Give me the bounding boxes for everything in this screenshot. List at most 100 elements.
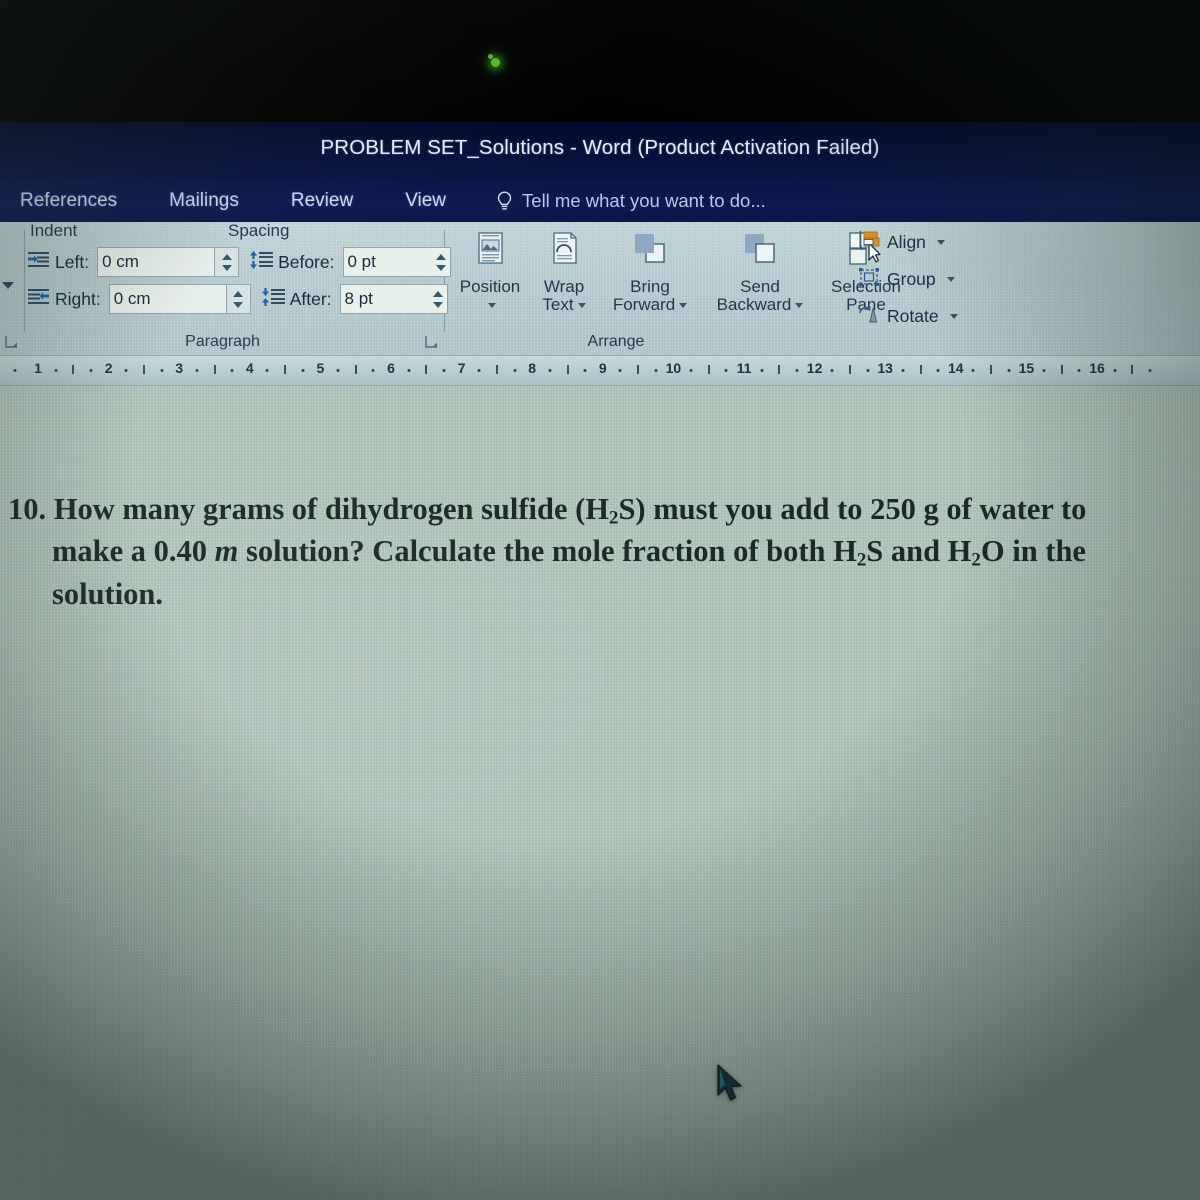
group-label: Group: [887, 269, 936, 289]
paragraph-group-label: Paragraph: [185, 333, 260, 350]
horizontal-ruler[interactable]: 1 2 3 4 5 6 7 8 9 10 11 12 13 14 15 16: [0, 356, 1200, 386]
indent-right-input[interactable]: 0 cm: [108, 284, 227, 314]
bring-forward-button[interactable]: Bring Forward: [598, 226, 702, 315]
tab-mailings[interactable]: Mailings: [143, 190, 265, 212]
arrange-group-label: Arrange: [587, 333, 645, 350]
indent-left-icon: [28, 251, 50, 274]
window-title-bar: PROBLEM SET_Solutions - Word (Product Ac…: [0, 122, 1200, 180]
chevron-down-icon[interactable]: [795, 303, 804, 309]
lightbulb-icon: [496, 190, 513, 212]
bring-forward-label: Bring Forward: [613, 277, 688, 315]
rotate-button[interactable]: Rotate: [858, 304, 958, 329]
ruler-half-tick: [495, 365, 498, 374]
indent-header: Indent: [30, 221, 78, 240]
ruler-half-tick: [990, 365, 993, 374]
tab-view[interactable]: View: [379, 190, 472, 212]
wrap-text-button[interactable]: Wrap Text: [522, 226, 606, 315]
window-title: PROBLEM SET_Solutions - Word (Product Ac…: [320, 136, 880, 159]
ruler-tick-15: 15: [1018, 360, 1035, 376]
photographed-laptop-screen: PROBLEM SET_Solutions - Word (Product Ac…: [0, 0, 1200, 1200]
wrap-text-label: Wrap Text: [542, 277, 586, 315]
spacing-before-input[interactable]: 0 pt: [342, 247, 451, 277]
ruler-minor-tick: [1077, 369, 1081, 372]
send-backward-button[interactable]: Send Backward: [702, 226, 818, 315]
indent-left-stepper[interactable]: [215, 247, 240, 277]
paragraph-dialog-launcher-icon[interactable]: [4, 334, 20, 350]
spacing-after-icon: [261, 287, 285, 311]
tell-me-placeholder: Tell me what you want to do...: [522, 190, 766, 211]
screen-content: PROBLEM SET_Solutions - Word (Product Ac…: [0, 122, 1200, 1200]
chevron-down-icon[interactable]: [577, 303, 586, 309]
chevron-down-icon[interactable]: [936, 240, 945, 245]
ruler-half-tick: [354, 365, 357, 374]
ruler-tick-2: 2: [104, 360, 113, 376]
ruler-minor-tick: [195, 369, 199, 372]
tab-review[interactable]: Review: [265, 190, 379, 212]
indent-left-input[interactable]: 0 cm: [97, 247, 216, 277]
spacing-before-stepper[interactable]: [435, 253, 446, 271]
ruler-minor-tick: [724, 369, 728, 372]
ruler-half-tick: [284, 365, 287, 374]
document-paragraph: 10. How many grams of dihydrogen sulfide…: [8, 492, 1087, 611]
ruler-half-tick: [566, 365, 569, 374]
spacing-after-label: After:: [289, 288, 332, 309]
group-button[interactable]: Group: [858, 267, 955, 292]
ruler-tick-8: 8: [528, 360, 537, 376]
ruler-minor-tick: [1148, 369, 1152, 372]
chevron-down-icon[interactable]: [946, 277, 955, 282]
ruler-tick-4: 4: [245, 360, 254, 376]
align-button[interactable]: Align: [858, 230, 945, 255]
ruler-half-tick: [637, 365, 640, 374]
tab-references[interactable]: References: [14, 190, 143, 212]
position-button[interactable]: Position: [448, 226, 532, 315]
chevron-down-icon[interactable]: [679, 303, 688, 309]
spacing-after-input[interactable]: 8 pt: [339, 284, 448, 314]
ruler-half-tick: [1131, 365, 1134, 374]
list-number: 10.: [8, 492, 47, 526]
indent-left-label: Left:: [55, 251, 90, 272]
ruler-minor-tick: [654, 369, 658, 372]
ruler-minor-tick: [971, 369, 975, 372]
indent-right-value: 0 cm: [113, 289, 151, 308]
position-icon: [470, 226, 510, 278]
ruler-half-tick: [848, 365, 851, 374]
tell-me-search[interactable]: Tell me what you want to do...: [496, 190, 766, 212]
chevron-down-icon[interactable]: [949, 314, 958, 319]
ruler-minor-tick: [760, 369, 764, 372]
ruler-tick-6: 6: [387, 360, 395, 376]
ruler-minor-tick: [689, 369, 693, 372]
spacing-after-stepper[interactable]: [432, 290, 443, 308]
chevron-down-icon[interactable]: [487, 303, 496, 309]
ribbon-tab-strip: References Mailings Review View Tell me …: [0, 180, 1200, 222]
ruler-minor-tick: [901, 369, 905, 372]
ruler-tick-13: 13: [877, 360, 893, 376]
ruler-tick-5: 5: [316, 360, 325, 376]
ribbon-group-paragraph: Indent Spacing Left: 0 cm Before: 0 pt R…: [0, 221, 451, 356]
indent-right-icon: [28, 288, 50, 311]
mouse-cursor-icon: [716, 1064, 746, 1111]
ruler-minor-tick: [230, 369, 234, 372]
indent-left-value: 0 cm: [102, 252, 139, 271]
ruler-tick-3: 3: [175, 360, 184, 376]
send-backward-label: Send Backward: [717, 277, 804, 315]
ruler-minor-tick: [936, 369, 940, 372]
position-label: Position: [460, 277, 520, 315]
webcam-led-indicator: [488, 54, 500, 67]
ruler-minor-tick: [548, 369, 552, 372]
ruler-minor-tick: [1113, 369, 1117, 372]
ruler-minor-tick: [301, 369, 305, 372]
indent-right-stepper[interactable]: [226, 284, 251, 314]
ruler-tick-11: 11: [736, 360, 752, 376]
ruler-minor-tick: [1007, 369, 1011, 372]
ruler-half-tick: [213, 365, 216, 374]
ruler-tick-1: 1: [34, 360, 42, 376]
ruler-minor-tick: [160, 369, 164, 372]
ruler-minor-tick: [442, 369, 446, 372]
ribbon: Indent Spacing Left: 0 cm Before: 0 pt R…: [0, 221, 1200, 356]
ruler-half-tick: [72, 365, 75, 374]
bring-forward-icon: [626, 226, 674, 278]
ruler-minor-tick: [866, 369, 870, 372]
document-page[interactable]: 10. How many grams of dihydrogen sulfide…: [0, 386, 1200, 1200]
ruler-minor-tick: [336, 369, 340, 372]
spacing-before-icon: [249, 250, 274, 274]
